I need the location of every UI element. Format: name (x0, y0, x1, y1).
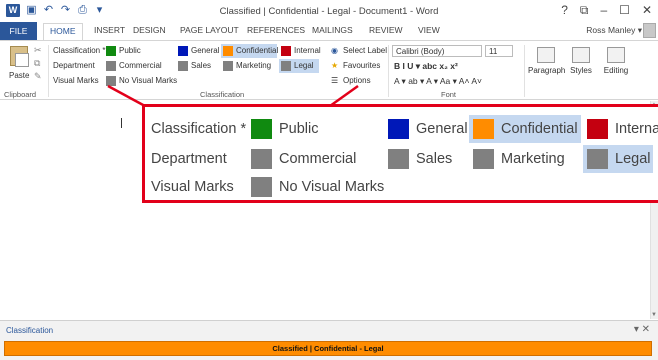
callout-confidential-label: Confidential (501, 121, 578, 137)
callout-internal-swatch (587, 119, 608, 139)
callout-legal-swatch (587, 149, 608, 169)
classification-pane: Classification ▾ ✕ Classified | Confiden… (0, 320, 658, 360)
callout-no-visual-marks-swatch (251, 177, 272, 197)
callout-sales-label: Sales (416, 151, 453, 167)
callout-classification-label: Classification * (151, 121, 247, 137)
pane-controls[interactable]: ▾ ✕ (634, 324, 650, 335)
callout-marketing-swatch (473, 149, 494, 169)
callout-legal-label: Legal (615, 151, 651, 167)
callout-visual-marks-label: Visual Marks (151, 179, 234, 195)
callout-general-label: General (416, 121, 468, 137)
callout-public-label: Public (279, 121, 319, 137)
callout-department-label: Department (151, 151, 227, 167)
callout-marketing-label: Marketing (501, 151, 565, 167)
pane-title: Classification (6, 326, 54, 335)
callout-general-swatch (388, 119, 409, 139)
callout-internal-label: Internal (615, 121, 658, 137)
callout-no-visual-marks-label: No Visual Marks (279, 179, 385, 195)
callout-sales-swatch (388, 149, 409, 169)
callout-public-swatch (251, 119, 272, 139)
zoom-callout: Classification * Department Visual Marks… (142, 104, 658, 203)
classification-banner: Classified | Confidential - Legal (4, 341, 652, 356)
callout-commercial-label: Commercial (279, 151, 357, 167)
callout-confidential-swatch (473, 119, 494, 139)
callout-commercial-swatch (251, 149, 272, 169)
